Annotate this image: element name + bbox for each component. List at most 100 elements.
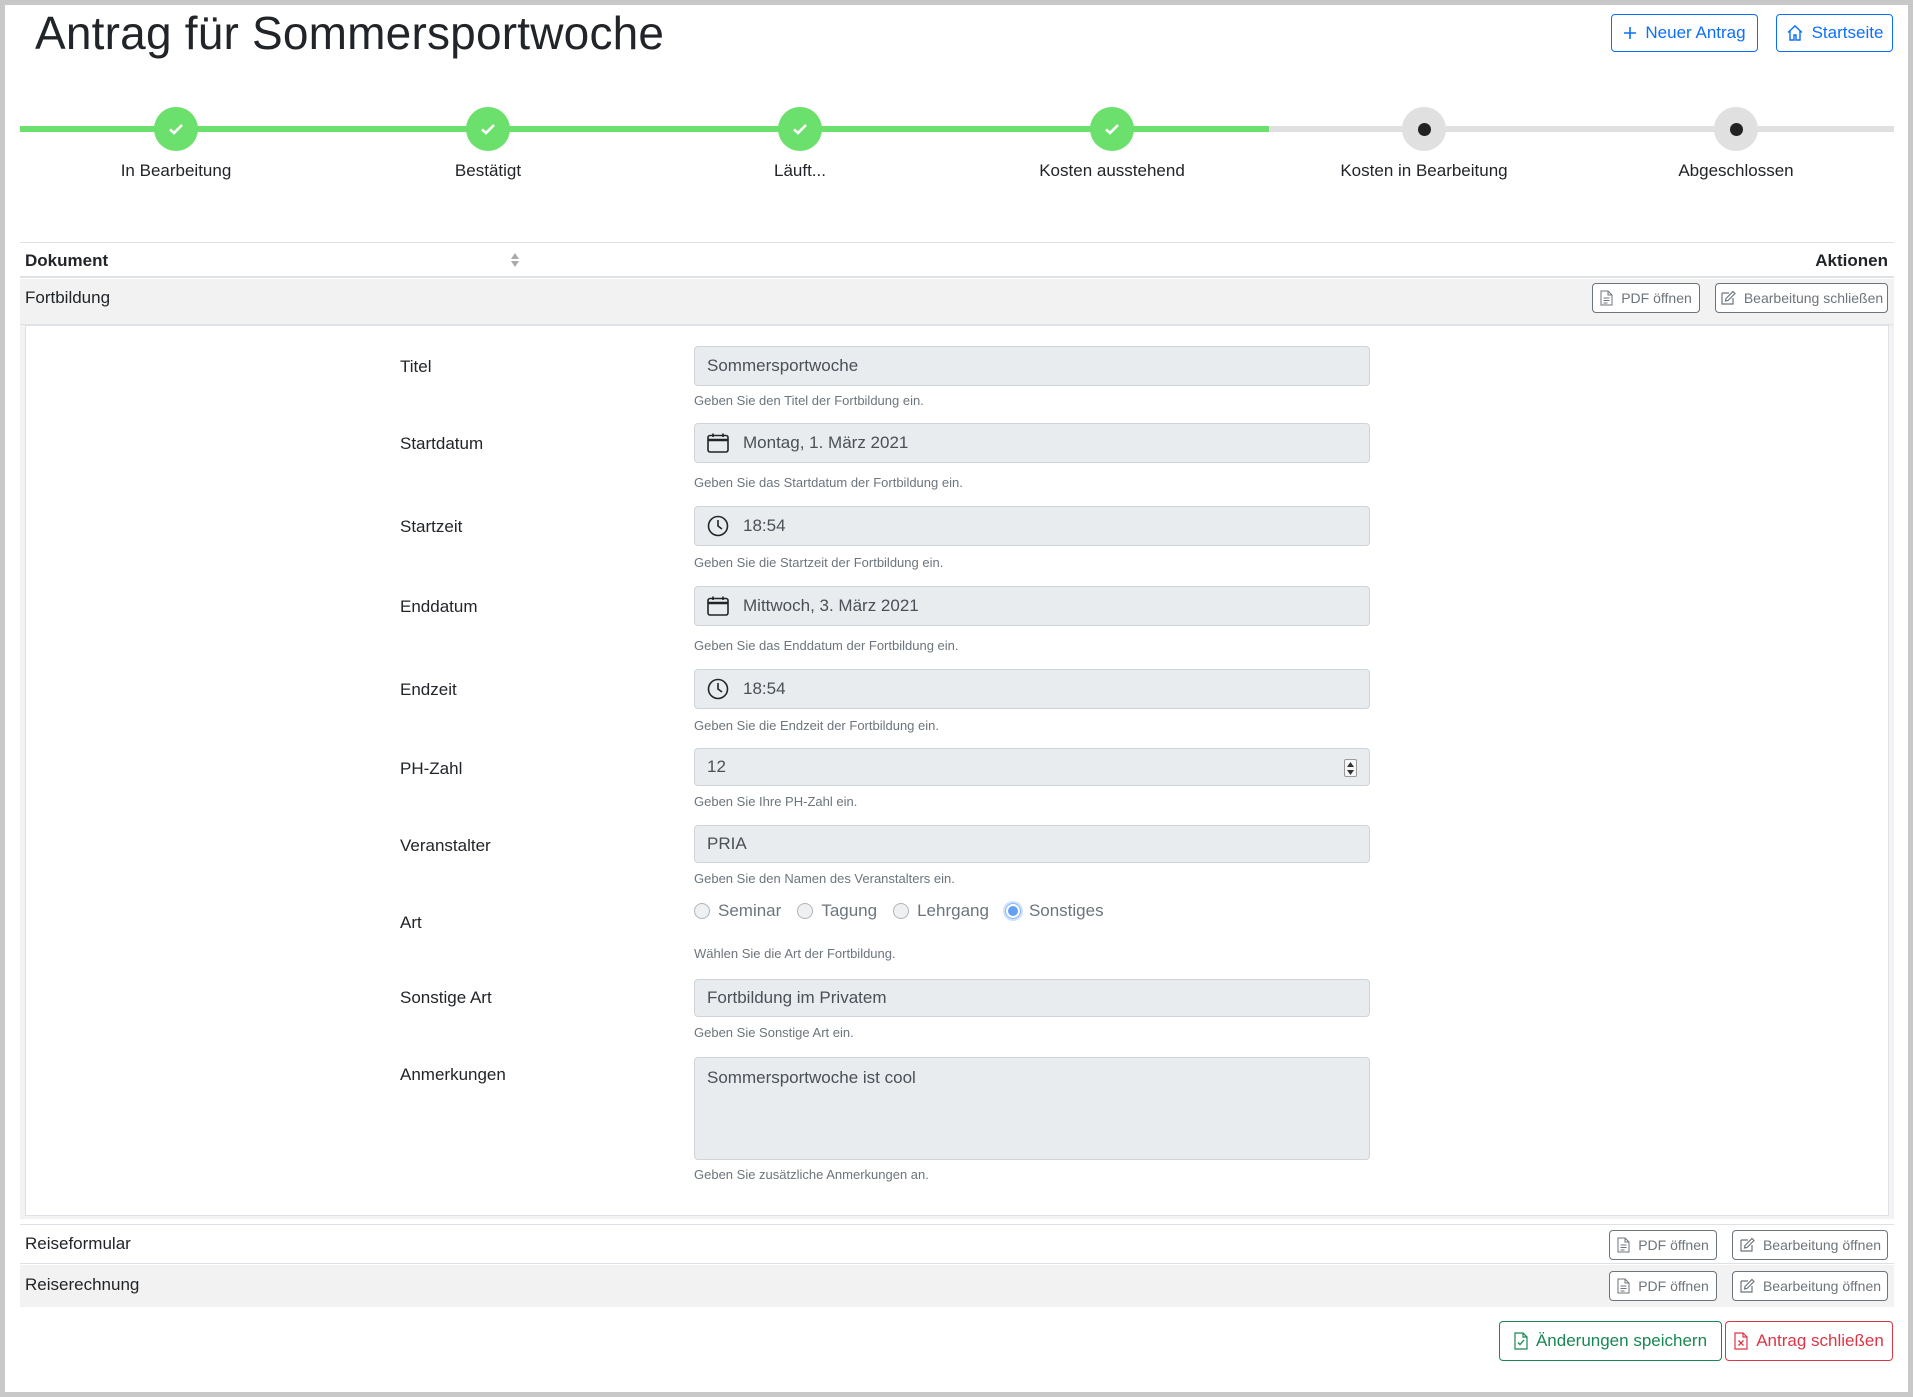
step-in-bearbeitung: In Bearbeitung [76, 104, 276, 181]
phzahl-help: Geben Sie Ihre PH-Zahl ein. [694, 794, 858, 809]
step-abgeschlossen: Abgeschlossen [1636, 104, 1836, 181]
startdatum-help: Geben Sie das Startdatum der Fortbildung… [694, 475, 963, 490]
titel-input[interactable]: Sommersportwoche [694, 346, 1370, 386]
startzeit-input[interactable]: 18:54 [694, 506, 1370, 546]
step-label: In Bearbeitung [120, 161, 232, 180]
anmerkungen-textarea[interactable]: Sommersportwoche ist cool [694, 1057, 1370, 1160]
file-x-icon [1734, 1332, 1748, 1350]
step-laeuft: Läuft... [700, 104, 900, 181]
titel-help: Geben Sie den Titel der Fortbildung ein. [694, 393, 924, 408]
radio-lehrgang[interactable]: Lehrgang [893, 901, 989, 921]
check-icon [154, 107, 198, 151]
art-radio-group: Seminar Tagung Lehrgang Sonstiges [694, 901, 1104, 921]
radio-circle[interactable] [694, 903, 710, 919]
enddatum-help: Geben Sie das Enddatum der Fortbildung e… [694, 638, 959, 653]
phzahl-input[interactable]: 12 [694, 748, 1370, 786]
open-pdf-button[interactable]: PDF öffnen [1609, 1230, 1717, 1260]
close-editing-button[interactable]: Bearbeitung schließen [1715, 283, 1888, 313]
startdatum-input[interactable]: Montag, 1. März 2021 [694, 423, 1370, 463]
startdatum-value: Montag, 1. März 2021 [743, 433, 909, 452]
calendar-icon[interactable] [707, 433, 729, 453]
close-request-button[interactable]: Antrag schließen [1725, 1321, 1893, 1361]
sonstige-art-help: Geben Sie Sonstige Art ein. [694, 1025, 854, 1040]
phzahl-label: PH-Zahl [400, 759, 463, 778]
edit-icon [1721, 290, 1736, 305]
radio-circle[interactable] [797, 903, 814, 919]
titel-value: Sommersportwoche [707, 356, 859, 375]
new-request-label: Neuer Antrag [1645, 23, 1746, 42]
endzeit-value: 18:54 [743, 679, 786, 698]
sort-icon[interactable] [510, 252, 520, 268]
number-spinner[interactable] [1344, 759, 1357, 777]
table-row-reiseformular: Reiseformular PDF öffnen Bearbeitung öff… [20, 1224, 1894, 1264]
step-kosten-ausstehend: Kosten ausstehend [1012, 104, 1212, 181]
house-icon [1787, 25, 1803, 41]
endzeit-input[interactable]: 18:54 [694, 669, 1370, 709]
startzeit-help: Geben Sie die Startzeit der Fortbildung … [694, 555, 944, 570]
home-button[interactable]: Startseite [1776, 14, 1893, 52]
open-editing-button[interactable]: Bearbeitung öffnen [1732, 1230, 1888, 1260]
veranstalter-help: Geben Sie den Namen des Veranstalters ei… [694, 871, 955, 886]
row-document-name: Fortbildung [25, 288, 111, 307]
radio-label: Tagung [821, 901, 878, 920]
table-row-fortbildung: Fortbildung PDF öffnen Bearbeitung schli… [20, 279, 1894, 325]
clock-icon[interactable] [707, 678, 729, 700]
page-title: Antrag für Sommersportwoche [35, 7, 665, 59]
fortbildung-form-panel: Titel Sommersportwoche Geben Sie den Tit… [20, 325, 1894, 1219]
file-icon [1617, 1278, 1630, 1294]
open-pdf-button[interactable]: PDF öffnen [1609, 1271, 1717, 1301]
spin-down-icon[interactable] [1347, 769, 1354, 775]
open-pdf-label: PDF öffnen [1638, 1278, 1709, 1294]
plus-icon [1624, 27, 1637, 39]
step-label: Abgeschlossen [1678, 161, 1794, 180]
edit-icon [1740, 1237, 1755, 1252]
endzeit-help: Geben Sie die Endzeit der Fortbildung ei… [694, 718, 939, 733]
radio-label: Seminar [718, 901, 782, 920]
anmerkungen-value: Sommersportwoche ist cool [707, 1068, 916, 1087]
radio-seminar[interactable]: Seminar [694, 901, 781, 921]
veranstalter-value: PRIA [707, 834, 747, 853]
file-icon [1617, 1237, 1630, 1253]
radio-label: Lehrgang [917, 901, 989, 920]
column-header-document[interactable]: Dokument [25, 251, 108, 271]
row-document-name: Reiserechnung [25, 1275, 140, 1294]
save-changes-label: Änderungen speichern [1535, 1331, 1708, 1350]
phzahl-value: 12 [707, 757, 726, 776]
column-header-actions: Aktionen [1815, 251, 1888, 270]
radio-sonstiges[interactable]: Sonstiges [1004, 901, 1104, 921]
close-editing-label: Bearbeitung schließen [1743, 290, 1884, 306]
endzeit-label: Endzeit [400, 680, 457, 699]
radio-tagung[interactable]: Tagung [797, 901, 877, 921]
anmerkungen-label: Anmerkungen [400, 1065, 506, 1084]
file-icon [1600, 290, 1613, 306]
table-row-reiserechnung: Reiserechnung PDF öffnen Bearbeitung öff… [20, 1265, 1894, 1307]
enddatum-input[interactable]: Mittwoch, 3. März 2021 [694, 586, 1370, 626]
open-pdf-button[interactable]: PDF öffnen [1592, 283, 1700, 313]
home-label: Startseite [1811, 23, 1884, 42]
radio-circle-checked[interactable] [1004, 903, 1021, 919]
spin-up-icon[interactable] [1347, 761, 1354, 767]
edit-icon [1740, 1278, 1755, 1293]
radio-circle[interactable] [893, 903, 910, 919]
veranstalter-label: Veranstalter [400, 836, 491, 855]
clock-icon[interactable] [707, 515, 729, 537]
check-icon [778, 107, 822, 151]
open-pdf-label: PDF öffnen [1621, 290, 1692, 306]
pending-dot-icon [1714, 107, 1758, 151]
startzeit-value: 18:54 [743, 516, 786, 535]
step-bestaetigt: Bestätigt [388, 104, 588, 181]
calendar-icon[interactable] [707, 596, 729, 616]
open-editing-label: Bearbeitung öffnen [1762, 1278, 1882, 1294]
titel-label: Titel [400, 357, 432, 376]
new-request-button[interactable]: Neuer Antrag [1611, 14, 1758, 52]
veranstalter-input[interactable]: PRIA [694, 825, 1370, 863]
sonstige-art-input[interactable]: Fortbildung im Privatem [694, 979, 1370, 1017]
check-icon [466, 107, 510, 151]
startzeit-label: Startzeit [400, 517, 463, 536]
open-editing-button[interactable]: Bearbeitung öffnen [1732, 1271, 1888, 1301]
save-changes-button[interactable]: Änderungen speichern [1499, 1321, 1722, 1361]
step-kosten-in-bearbeitung: Kosten in Bearbeitung [1324, 104, 1524, 181]
radio-label: Sonstiges [1028, 901, 1104, 920]
art-label: Art [400, 913, 422, 932]
sonstige-art-value: Fortbildung im Privatem [707, 988, 887, 1007]
